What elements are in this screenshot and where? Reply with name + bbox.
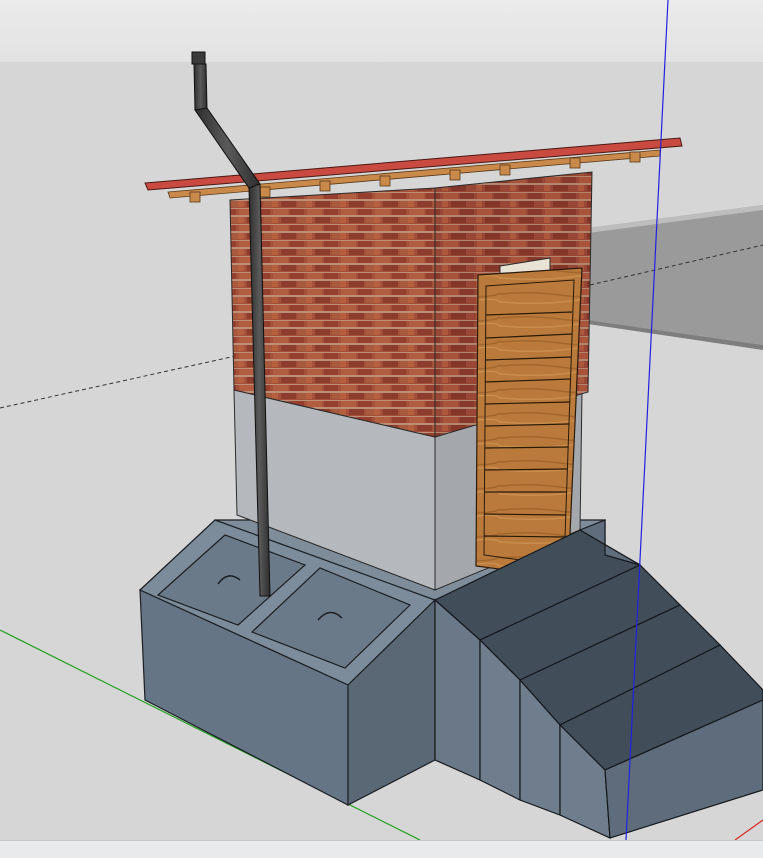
status-bar xyxy=(0,840,763,858)
sketchup-viewport[interactable] xyxy=(0,0,763,858)
vent-pipe[interactable] xyxy=(191,51,271,597)
model-canvas[interactable] xyxy=(0,0,763,840)
guide-line-left xyxy=(0,354,241,409)
red-axis xyxy=(734,819,763,840)
background-wall xyxy=(588,205,763,350)
